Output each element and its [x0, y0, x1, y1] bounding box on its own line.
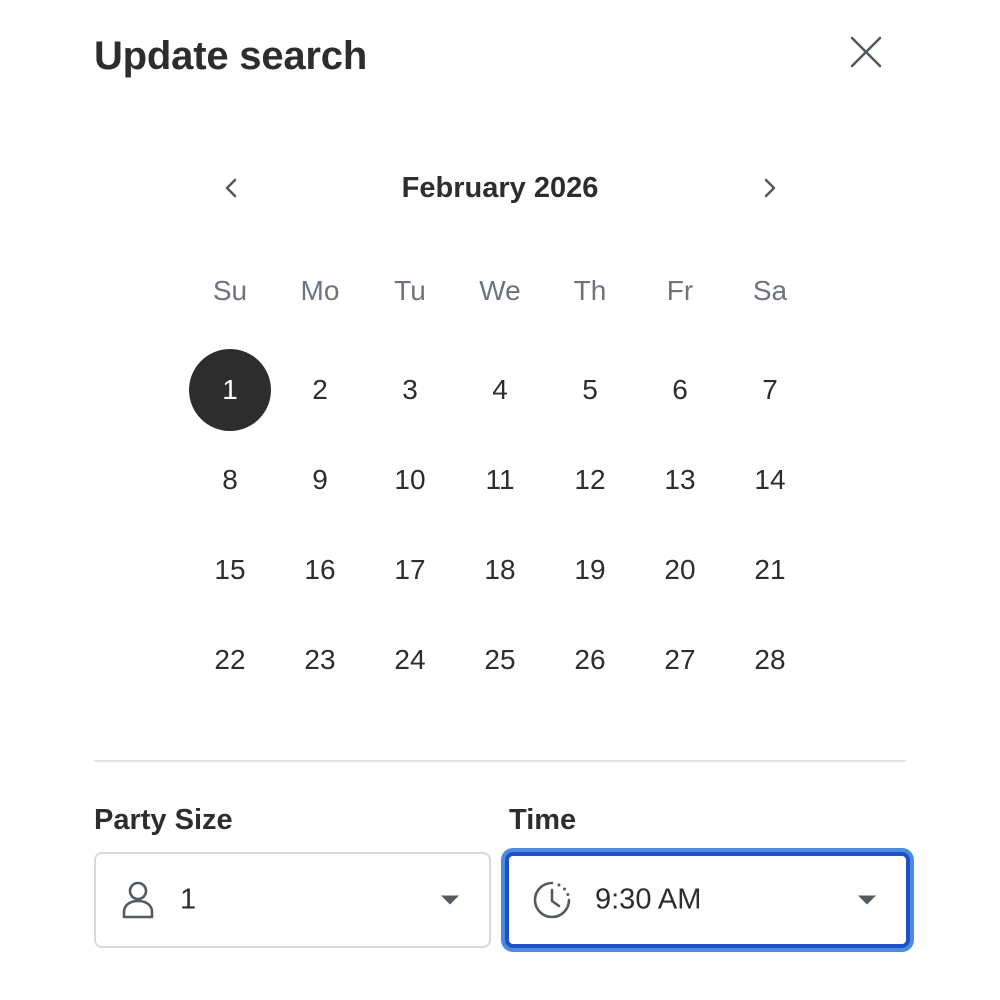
day-number: 21: [754, 554, 786, 585]
dialog-title: Update search: [94, 34, 368, 78]
day-number: 6: [672, 374, 688, 405]
calendar-day[interactable]: 21: [725, 525, 815, 615]
calendar-day[interactable]: 24: [365, 615, 455, 705]
weekday-label: Th: [573, 275, 607, 306]
calendar-day[interactable]: 4: [455, 345, 545, 435]
month-label: February 2026: [401, 172, 599, 204]
calendar-day[interactable]: 14: [725, 435, 815, 525]
divider: [94, 760, 906, 762]
day-number: 13: [664, 464, 696, 495]
chevron-down-icon: [441, 895, 459, 905]
calendar-day[interactable]: 27: [635, 615, 725, 705]
weekday-label: We: [479, 275, 521, 306]
day-number: 22: [214, 644, 246, 675]
next-month-button[interactable]: [741, 160, 797, 216]
time-select[interactable]: 9:30 AM: [505, 852, 910, 948]
calendar-day-selected[interactable]: 1: [185, 345, 275, 435]
day-number: 16: [304, 554, 336, 585]
close-icon: [850, 36, 882, 68]
calendar-day[interactable]: 15: [185, 525, 275, 615]
calendar-day[interactable]: 6: [635, 345, 725, 435]
calendar-week: 1 2 3 4 5 6 7: [185, 345, 815, 435]
day-number: 27: [664, 644, 696, 675]
calendar-day[interactable]: 16: [275, 525, 365, 615]
calendar-grid: Su Mo Tu We Th Fr Sa 1 2 3 4 5 6 7 8 9 1…: [185, 265, 815, 705]
day-number: 15: [214, 554, 246, 585]
time-value: 9:30 AM: [595, 883, 702, 916]
day-number: 5: [582, 374, 598, 405]
calendar-day[interactable]: 25: [455, 615, 545, 705]
party-size-label: Party Size: [94, 804, 233, 836]
day-number: 7: [762, 374, 778, 405]
day-number: 8: [222, 464, 238, 495]
calendar-day[interactable]: 2: [275, 345, 365, 435]
calendar-day[interactable]: 26: [545, 615, 635, 705]
calendar-day[interactable]: 23: [275, 615, 365, 705]
calendar-day[interactable]: 22: [185, 615, 275, 705]
calendar-day[interactable]: 9: [275, 435, 365, 525]
person-icon: [120, 880, 156, 920]
chevron-down-icon: [858, 895, 876, 905]
calendar-day[interactable]: 11: [455, 435, 545, 525]
day-number: 26: [574, 644, 606, 675]
calendar-day[interactable]: 28: [725, 615, 815, 705]
day-number: 23: [304, 644, 336, 675]
chevron-right-icon: [764, 178, 776, 198]
day-number: 9: [312, 464, 328, 495]
day-number: 4: [492, 374, 508, 405]
day-number: 20: [664, 554, 696, 585]
calendar-day[interactable]: 12: [545, 435, 635, 525]
calendar-day[interactable]: 10: [365, 435, 455, 525]
day-number: 19: [574, 554, 606, 585]
calendar-day[interactable]: 5: [545, 345, 635, 435]
day-number: 17: [394, 554, 426, 585]
day-number: 28: [754, 644, 786, 675]
day-number: 14: [754, 464, 786, 495]
calendar-day[interactable]: 19: [545, 525, 635, 615]
day-number: 11: [485, 464, 515, 495]
weekday-label: Mo: [300, 275, 340, 306]
calendar-day[interactable]: 13: [635, 435, 725, 525]
day-number: 1: [189, 349, 271, 431]
day-number: 10: [394, 464, 426, 495]
weekday-row: Su Mo Tu We Th Fr Sa: [185, 265, 815, 317]
clock-icon: [531, 879, 573, 921]
party-size-select[interactable]: 1: [94, 852, 491, 948]
weekday-label: Tu: [394, 275, 426, 306]
close-button[interactable]: [838, 24, 894, 80]
calendar-day[interactable]: 20: [635, 525, 725, 615]
calendar-week: 8 9 10 11 12 13 14: [185, 435, 815, 525]
update-search-dialog: Update search February 2026 Su Mo Tu We …: [0, 0, 1000, 1000]
calendar-weeks: 1 2 3 4 5 6 7 8 9 10 11 12 13 14 15 16 1…: [185, 345, 815, 705]
weekday-label: Su: [212, 275, 248, 306]
calendar-day[interactable]: 18: [455, 525, 545, 615]
day-number: 25: [484, 644, 516, 675]
day-number: 12: [574, 464, 606, 495]
weekday-label: Fr: [666, 275, 694, 306]
day-number: 24: [394, 644, 426, 675]
calendar-day[interactable]: 8: [185, 435, 275, 525]
weekday-label: Sa: [752, 275, 788, 306]
day-number: 2: [312, 374, 328, 405]
day-number: 18: [484, 554, 516, 585]
calendar-header: February 2026: [200, 160, 800, 216]
day-number: 3: [402, 374, 418, 405]
time-label: Time: [509, 804, 577, 836]
calendar-week: 22 23 24 25 26 27 28: [185, 615, 815, 705]
party-size-value: 1: [180, 883, 197, 916]
calendar-week: 15 16 17 18 19 20 21: [185, 525, 815, 615]
calendar-day[interactable]: 3: [365, 345, 455, 435]
calendar-day[interactable]: 7: [725, 345, 815, 435]
calendar-day[interactable]: 17: [365, 525, 455, 615]
